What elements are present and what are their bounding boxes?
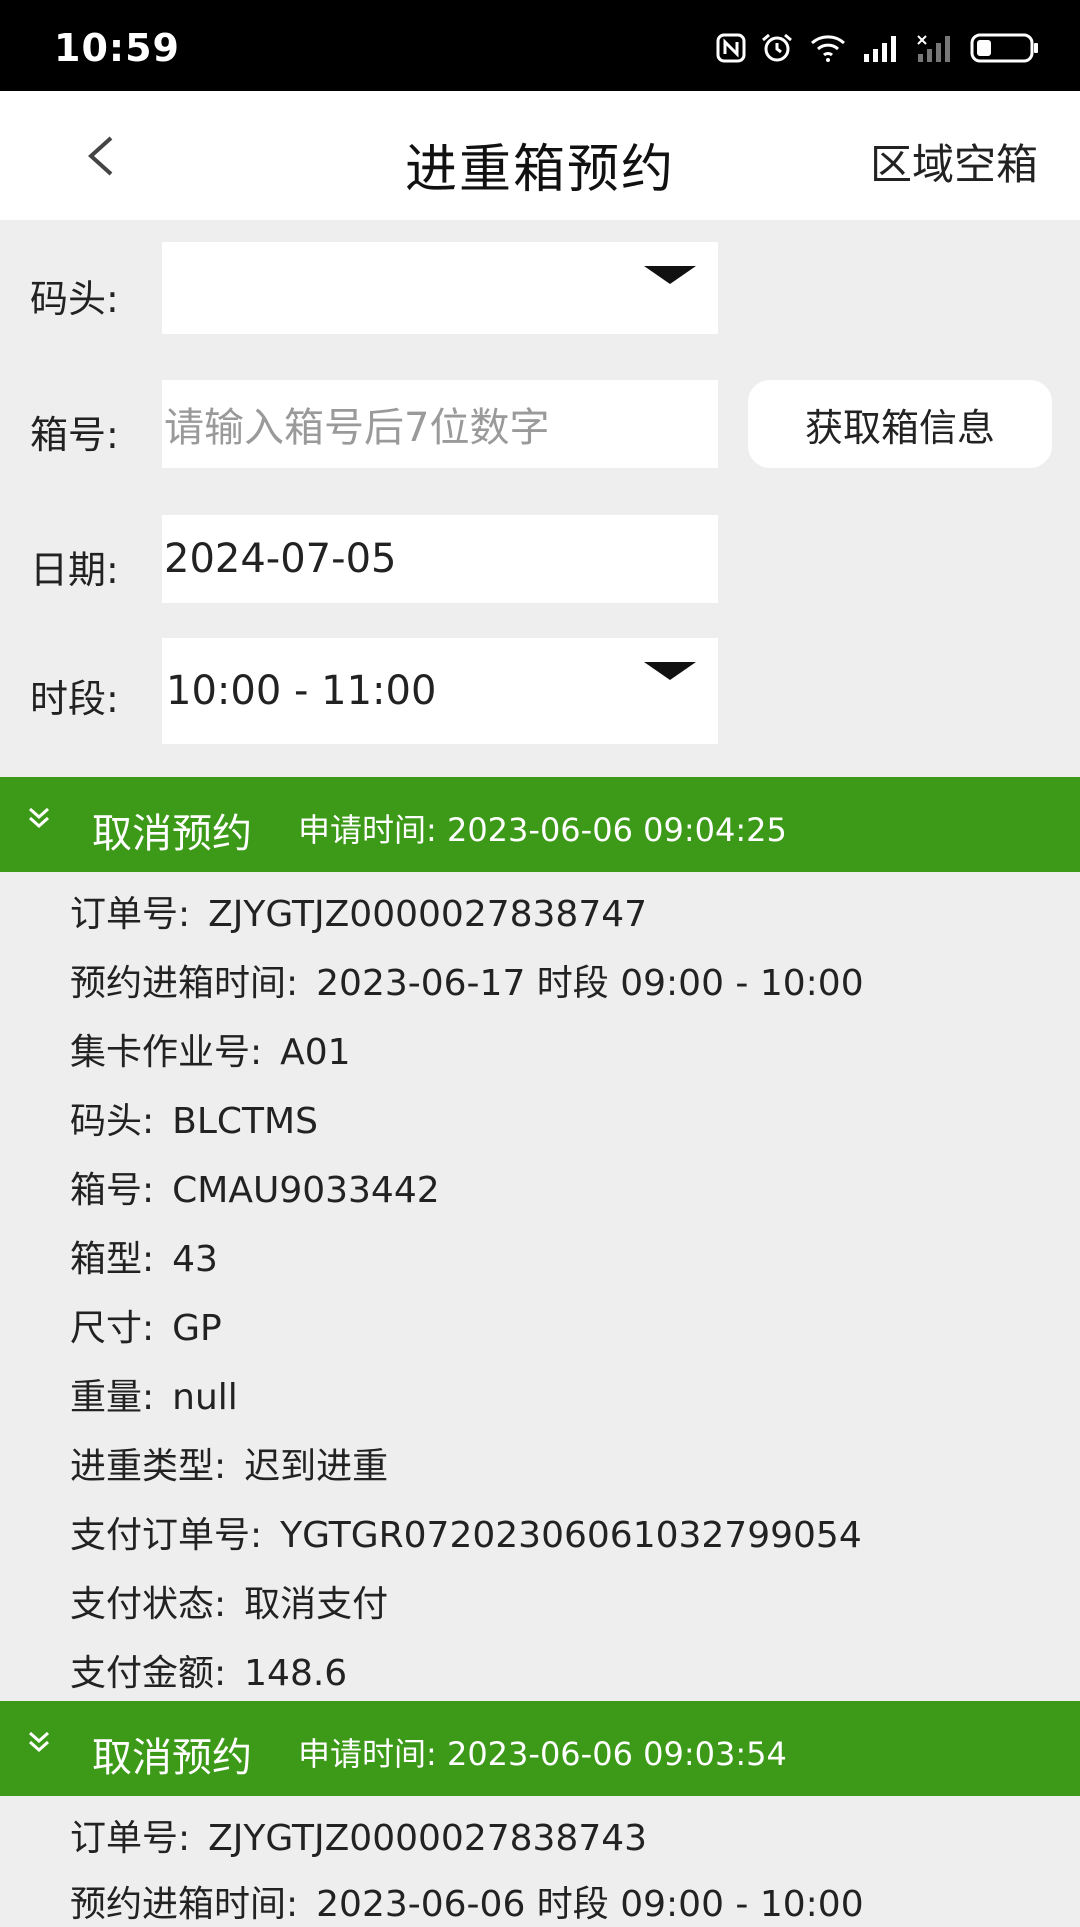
date-label: 日期: [30, 548, 119, 592]
get-container-info-button[interactable]: 获取箱信息 [748, 380, 1052, 468]
detail-order-no: 订单号: ZJYGTJZ0000027838743 [70, 1818, 648, 1859]
terminal-label: 码头: [30, 277, 119, 321]
terminal-select[interactable] [162, 242, 718, 334]
record-header[interactable]: 取消预约 申请时间: 2023-06-06 09:04:25 [0, 777, 1080, 872]
record-status: 取消预约 [92, 811, 252, 857]
container-number-input[interactable]: 请输入箱号后7位数字 [162, 380, 718, 468]
date-field[interactable]: 2024-07-05 [162, 515, 718, 603]
signal-off-icon [916, 34, 956, 62]
battery-icon [970, 32, 1040, 64]
record-status: 取消预约 [92, 1735, 252, 1781]
detail-booking-time: 预约进箱时间: 2023-06-06 时段 09:00 - 10:00 [70, 1884, 864, 1925]
timeslot-select[interactable]: 10:00 - 11:00 [162, 638, 718, 744]
record-apply-time: 申请时间: 2023-06-06 09:04:25 [298, 811, 787, 849]
dropdown-caret-icon [644, 266, 696, 284]
detail-payment-amount: 支付金额: 148.6 [70, 1653, 348, 1694]
signal-icon [862, 34, 902, 62]
chevron-down-double-icon [29, 807, 49, 829]
detail-payment-status: 支付状态: 取消支付 [70, 1584, 389, 1625]
timeslot-label: 时段: [30, 677, 119, 721]
status-bar: 10:59 [0, 0, 1080, 91]
wifi-icon [808, 33, 848, 63]
status-icons [716, 28, 1040, 68]
date-row: 日期: 2024-07-05 [0, 515, 1080, 603]
nfc-icon [716, 33, 746, 63]
container-label: 箱号: [30, 413, 119, 457]
area-empty-container-link[interactable]: 区域空箱 [870, 131, 1038, 192]
booking-form: 码头: 箱号: 请输入箱号后7位数字 获取箱信息 日期: 2024-07-05 … [0, 220, 1080, 777]
detail-terminal: 码头: BLCTMS [70, 1101, 318, 1142]
detail-container-type: 箱型: 43 [70, 1239, 218, 1280]
detail-size: 尺寸: GP [70, 1308, 222, 1349]
detail-weight: 重量: null [70, 1377, 238, 1418]
dropdown-caret-icon [644, 662, 696, 680]
detail-payment-order-no: 支付订单号: YGTGR072023060610327990​54 [70, 1515, 862, 1556]
terminal-row: 码头: [0, 242, 1080, 334]
detail-booking-time: 预约进箱时间: 2023-06-17 时段 09:00 - 10:00 [70, 963, 864, 1004]
detail-order-no: 订单号: ZJYGTJZ0000027838747 [70, 894, 648, 935]
date-value: 2024-07-05 [164, 536, 397, 582]
app-header: 进重箱预约 区域空箱 [0, 91, 1080, 220]
timeslot-row: 时段: 10:00 - 11:00 [0, 638, 1080, 744]
chevron-down-double-icon [29, 1731, 49, 1753]
alarm-icon [760, 32, 794, 64]
timeslot-value: 10:00 - 11:00 [166, 668, 437, 714]
record-apply-time: 申请时间: 2023-06-06 09:03:54 [298, 1735, 787, 1773]
record-header[interactable]: 取消预约 申请时间: 2023-06-06 09:03:54 [0, 1701, 1080, 1796]
detail-entry-type: 进重类型: 迟到进重 [70, 1446, 389, 1487]
detail-container-no: 箱号: CMAU9033442 [70, 1170, 440, 1211]
detail-truck-job-no: 集卡作业号: A01 [70, 1032, 351, 1073]
container-placeholder: 请输入箱号后7位数字 [164, 405, 550, 451]
status-time: 10:59 [54, 26, 180, 70]
container-row: 箱号: 请输入箱号后7位数字 获取箱信息 [0, 380, 1080, 468]
